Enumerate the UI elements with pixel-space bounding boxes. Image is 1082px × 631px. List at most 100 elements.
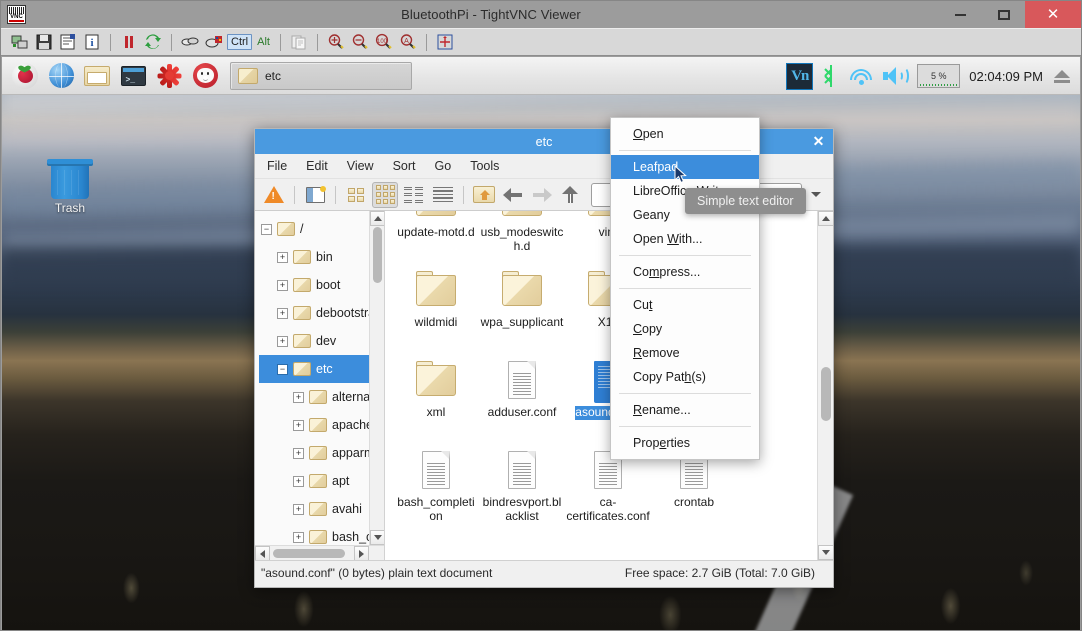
file-list-vertical-scrollbar[interactable]	[817, 211, 833, 560]
menu-file[interactable]: File	[267, 159, 287, 173]
scroll-right-button[interactable]	[354, 546, 369, 560]
expand-icon[interactable]: +	[293, 447, 304, 459]
close-button[interactable]: ✕	[1025, 1, 1081, 28]
back-arrow-icon[interactable]	[500, 182, 526, 208]
terminal-icon[interactable]: >_	[118, 61, 148, 91]
zoom-100-icon[interactable]: 100	[373, 31, 395, 53]
directory-tree-pane[interactable]: −/+bin+boot+debootstrap+dev−etc+alternat…	[255, 211, 385, 560]
context-menu-item-properties[interactable]: Properties	[611, 431, 759, 455]
connection-info-icon[interactable]: i	[81, 31, 103, 53]
minimize-button[interactable]	[939, 1, 982, 28]
scroll-thumb[interactable]	[273, 549, 345, 558]
ctrl-key-toggle[interactable]: Ctrl	[227, 34, 253, 50]
new-connection-icon[interactable]	[9, 31, 31, 53]
tree-item-apache2[interactable]: + apache2	[259, 411, 384, 439]
context-menu-item-open[interactable]: Open	[611, 122, 759, 146]
file-item[interactable]: bash_completion	[393, 443, 479, 533]
thumbnail-view-icon[interactable]	[343, 182, 369, 208]
collapse-icon[interactable]: −	[277, 363, 288, 375]
context-menu-item-copy[interactable]: Copy	[611, 317, 759, 341]
expand-icon[interactable]: +	[293, 503, 304, 515]
tree-item-bin[interactable]: + bin	[259, 243, 384, 271]
sidebar-vertical-scrollbar[interactable]	[369, 211, 384, 545]
cpu-monitor[interactable]: 5 %	[917, 64, 961, 88]
file-item[interactable]: bindresvport.blacklist	[479, 443, 565, 533]
context-menu-item-cut[interactable]: Cut	[611, 293, 759, 317]
chevron-down-icon[interactable]	[805, 182, 827, 208]
menu-go[interactable]: Go	[435, 159, 452, 173]
context-menu-item-rename[interactable]: Rename...	[611, 398, 759, 422]
vnc-server-tray-icon[interactable]: Vn	[786, 62, 814, 90]
expand-icon[interactable]: +	[293, 475, 304, 487]
tree-item-apt[interactable]: + apt	[259, 467, 384, 495]
expand-icon[interactable]: +	[277, 251, 288, 263]
file-item[interactable]: update-motd.d	[393, 211, 479, 263]
file-item[interactable]: usb_modeswitch.d	[479, 211, 565, 263]
bluetooth-icon[interactable]	[822, 63, 840, 89]
context-menu-item-open-with[interactable]: Open With...	[611, 227, 759, 251]
warning-icon[interactable]	[261, 182, 287, 208]
context-menu-item-copy-path-s[interactable]: Copy Path(s)	[611, 365, 759, 389]
expand-icon[interactable]: +	[277, 279, 288, 291]
expand-icon[interactable]: +	[293, 531, 304, 543]
context-menu-item-compress[interactable]: Compress...	[611, 260, 759, 284]
scroll-thumb[interactable]	[373, 227, 382, 283]
file-item[interactable]: xml	[393, 353, 479, 443]
expand-icon[interactable]: +	[293, 391, 304, 403]
file-item[interactable]: adduser.conf	[479, 353, 565, 443]
icon-view-icon[interactable]	[372, 181, 398, 208]
up-arrow-icon[interactable]	[558, 182, 584, 208]
pause-icon[interactable]	[118, 31, 140, 53]
scroll-up-button[interactable]	[370, 211, 384, 226]
menu-tools[interactable]: Tools	[470, 159, 499, 173]
web-browser-icon[interactable]	[46, 61, 76, 91]
scroll-up-button[interactable]	[818, 211, 833, 226]
collapse-icon[interactable]: −	[261, 223, 272, 235]
file-manager-icon[interactable]	[82, 61, 112, 91]
zoom-in-icon[interactable]	[325, 31, 347, 53]
file-list-pane[interactable]: update-motd.dusb_modeswitch.dvimwicdwild…	[385, 211, 833, 560]
desktop-icon-trash[interactable]: Trash	[42, 159, 98, 215]
detailed-list-view-icon[interactable]	[430, 182, 456, 208]
tree-item-apparmor[interactable]: + apparmor	[259, 439, 384, 467]
connection-options-icon[interactable]	[57, 31, 79, 53]
zoom-auto-icon[interactable]: A	[397, 31, 419, 53]
wolfram-icon[interactable]	[190, 61, 220, 91]
file-item[interactable]: wpa_supplicant	[479, 263, 565, 353]
compact-view-icon[interactable]	[401, 182, 427, 208]
menu-edit[interactable]: Edit	[306, 159, 328, 173]
scroll-thumb[interactable]	[821, 367, 831, 421]
zoom-out-icon[interactable]	[349, 31, 371, 53]
scroll-left-button[interactable]	[255, 546, 270, 560]
expand-icon[interactable]: +	[277, 307, 288, 319]
menu-sort[interactable]: Sort	[393, 159, 416, 173]
taskbar-window-button-etc[interactable]: etc	[230, 61, 412, 90]
home-folder-icon[interactable]	[471, 182, 497, 208]
tree-item--[interactable]: − /	[259, 215, 384, 243]
volume-icon[interactable]	[882, 66, 910, 86]
maximize-button[interactable]	[982, 1, 1025, 28]
scroll-down-button[interactable]	[818, 545, 833, 560]
toggle-side-pane-icon[interactable]	[302, 182, 328, 208]
tree-item-boot[interactable]: + boot	[259, 271, 384, 299]
tree-item-debootstrap[interactable]: + debootstrap	[259, 299, 384, 327]
send-ctrl-alt-del-icon[interactable]	[179, 31, 201, 53]
scroll-down-button[interactable]	[370, 530, 384, 545]
tree-item-avahi[interactable]: + avahi	[259, 495, 384, 523]
close-icon[interactable]: ✕	[810, 132, 827, 150]
remote-desktop-viewport[interactable]: Trash >_ etc Vn 5 % 02:04:09 PM etc ✕ Fi…	[2, 57, 1080, 630]
menu-view[interactable]: View	[347, 159, 374, 173]
tree-item-alternatives[interactable]: +alternatives	[259, 383, 384, 411]
expand-icon[interactable]: +	[293, 419, 304, 431]
mathematica-icon[interactable]	[154, 61, 184, 91]
sidebar-horizontal-scrollbar[interactable]	[255, 545, 384, 560]
tree-item-dev[interactable]: + dev	[259, 327, 384, 355]
expand-icon[interactable]: +	[277, 335, 288, 347]
context-menu-item-remove[interactable]: Remove	[611, 341, 759, 365]
refresh-icon[interactable]	[142, 31, 164, 53]
full-screen-icon[interactable]	[434, 31, 456, 53]
alt-key-toggle[interactable]: Alt	[254, 35, 273, 49]
clock[interactable]: 02:04:09 PM	[969, 69, 1043, 84]
eject-icon[interactable]	[1052, 66, 1072, 86]
clipboard-transfer-icon[interactable]	[288, 31, 310, 53]
